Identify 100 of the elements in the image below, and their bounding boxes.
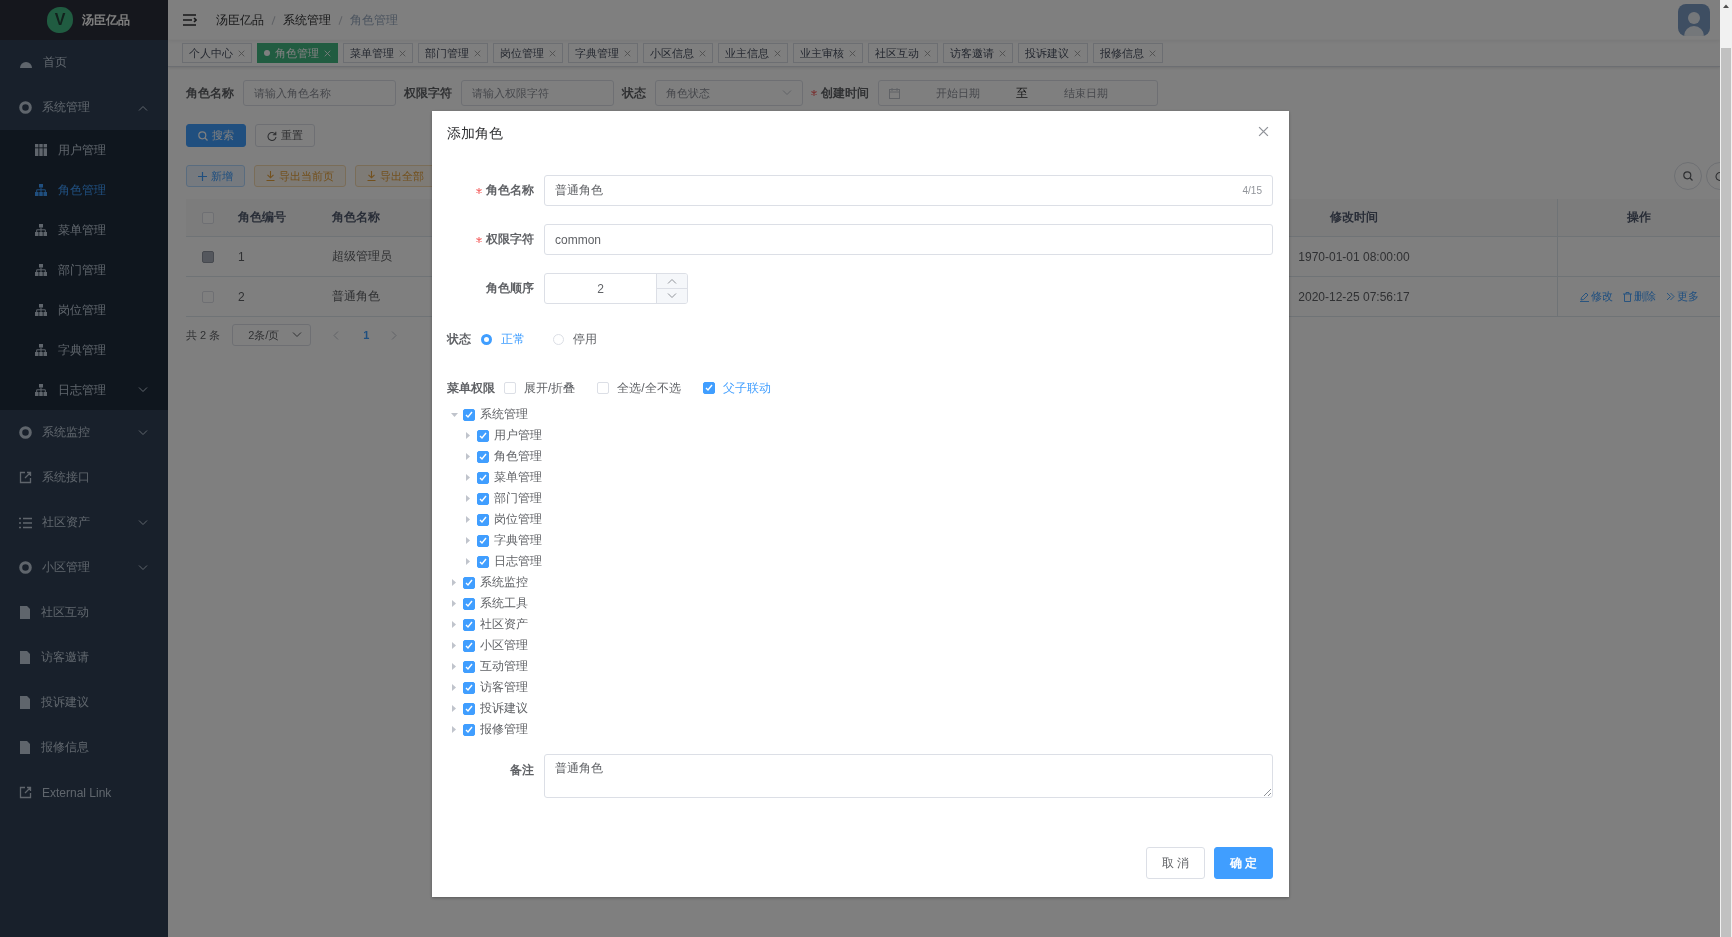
page-size-select[interactable]: 2条/页 xyxy=(232,324,312,346)
sidebar-item[interactable]: External Link xyxy=(0,770,168,815)
close-icon[interactable] xyxy=(774,49,781,57)
avatar[interactable] xyxy=(1678,4,1710,36)
sidebar-item[interactable]: 小区管理 xyxy=(0,545,168,590)
sidebar-item[interactable]: 系统接口 xyxy=(0,455,168,500)
delete-link[interactable]: 删除 xyxy=(1622,289,1656,304)
tab[interactable]: 报修信息 xyxy=(1093,43,1163,63)
search-button[interactable]: 搜索 xyxy=(186,124,246,147)
scrollbar[interactable] xyxy=(1720,0,1732,937)
edit-link[interactable]: 修改 xyxy=(1579,289,1613,304)
tab[interactable]: 部门管理 xyxy=(418,43,488,63)
checkbox[interactable] xyxy=(477,513,489,526)
search-icon xyxy=(198,130,208,141)
caret-right-icon[interactable] xyxy=(452,642,456,649)
sidebar-item[interactable]: 首页 xyxy=(0,40,168,85)
text-field[interactable]: common xyxy=(544,224,1273,255)
radio-option[interactable]: 正常 xyxy=(481,330,525,348)
menu-icon[interactable] xyxy=(183,14,197,26)
tab[interactable]: 菜单管理 xyxy=(343,43,413,63)
sidebar-item[interactable]: 报修信息 xyxy=(0,725,168,770)
breadcrumb-link[interactable]: 系统管理 xyxy=(283,11,331,29)
tab[interactable]: 岗位管理 xyxy=(493,43,563,63)
caret-right-icon[interactable] xyxy=(466,537,470,544)
checkbox[interactable] xyxy=(477,471,489,484)
sidebar-item[interactable]: 访客邀请 xyxy=(0,635,168,680)
close-icon[interactable] xyxy=(474,49,481,57)
caret-right-icon[interactable] xyxy=(452,684,456,691)
checkbox[interactable] xyxy=(702,382,715,394)
checkbox[interactable] xyxy=(477,555,489,568)
tab[interactable]: 个人中心 xyxy=(182,43,252,63)
checkbox[interactable] xyxy=(463,660,475,673)
close-icon[interactable] xyxy=(549,49,556,57)
close-icon[interactable] xyxy=(999,49,1006,57)
checkbox[interactable] xyxy=(463,408,475,421)
close-icon[interactable] xyxy=(399,49,406,57)
sidebar-item[interactable]: 字典管理 xyxy=(0,330,168,370)
close-icon[interactable] xyxy=(924,49,931,57)
checkbox[interactable] xyxy=(463,639,475,652)
cancel-button[interactable]: 取 消 xyxy=(1146,847,1205,879)
sidebar-item[interactable]: 系统监控 xyxy=(0,410,168,455)
checkbox[interactable] xyxy=(477,450,489,463)
caret-right-icon[interactable] xyxy=(466,453,470,460)
tab[interactable]: 角色管理 xyxy=(257,43,338,63)
checkbox[interactable] xyxy=(463,597,475,610)
number-field[interactable]: 2 xyxy=(544,273,688,304)
close-icon[interactable] xyxy=(624,49,631,57)
caret-down-icon[interactable] xyxy=(450,412,458,417)
close-icon[interactable] xyxy=(1258,126,1269,137)
more-link[interactable]: 更多 xyxy=(1665,289,1699,304)
caret-right-icon[interactable] xyxy=(452,663,456,670)
caret-right-icon[interactable] xyxy=(452,705,456,712)
caret-right-icon[interactable] xyxy=(466,474,470,481)
checkbox[interactable] xyxy=(463,702,475,715)
sidebar-item[interactable]: 岗位管理 xyxy=(0,290,168,330)
sidebar-item[interactable]: 用户管理 xyxy=(0,130,168,170)
tab[interactable]: 投诉建议 xyxy=(1018,43,1088,63)
sidebar-item[interactable]: 投诉建议 xyxy=(0,680,168,725)
radio-option[interactable]: 停用 xyxy=(553,330,597,348)
export-button[interactable]: 导出当前页 xyxy=(254,165,346,187)
caret-right-icon[interactable] xyxy=(452,621,456,628)
text-field[interactable]: 普通角色 4/15 xyxy=(544,175,1273,206)
tab[interactable]: 业主审核 xyxy=(793,43,863,63)
close-icon[interactable] xyxy=(1149,49,1156,57)
checkbox[interactable] xyxy=(477,492,489,505)
sidebar-item[interactable]: 社区资产 xyxy=(0,500,168,545)
caret-right-icon[interactable] xyxy=(466,432,470,439)
tab[interactable]: 小区信息 xyxy=(643,43,713,63)
caret-right-icon[interactable] xyxy=(466,495,470,502)
breadcrumb-link[interactable]: 汤臣亿品 xyxy=(216,11,264,29)
caret-right-icon[interactable] xyxy=(452,579,456,586)
confirm-button[interactable]: 确 定 xyxy=(1214,847,1273,879)
tab[interactable]: 业主信息 xyxy=(718,43,788,63)
close-icon[interactable] xyxy=(238,49,245,57)
tab[interactable]: 社区互动 xyxy=(868,43,938,63)
checkbox[interactable] xyxy=(477,429,489,442)
caret-right-icon[interactable] xyxy=(452,726,456,733)
sidebar-item[interactable]: 角色管理 xyxy=(0,170,168,210)
checkbox[interactable] xyxy=(463,681,475,694)
caret-right-icon[interactable] xyxy=(466,558,470,565)
checkbox[interactable] xyxy=(477,534,489,547)
sidebar-item[interactable]: 菜单管理 xyxy=(0,210,168,250)
checkbox[interactable] xyxy=(463,723,475,736)
sidebar-item[interactable]: 社区互动 xyxy=(0,590,168,635)
close-icon[interactable] xyxy=(699,49,706,57)
tab[interactable]: 字典管理 xyxy=(568,43,638,63)
remark-field[interactable]: 普通角色 xyxy=(544,754,1273,798)
caret-right-icon[interactable] xyxy=(452,600,456,607)
reset-button[interactable]: 重置 xyxy=(255,124,315,147)
sidebar-item[interactable]: 日志管理 xyxy=(0,370,168,410)
caret-right-icon[interactable] xyxy=(466,516,470,523)
add-button[interactable]: 新增 xyxy=(186,165,245,187)
sidebar-item[interactable]: 部门管理 xyxy=(0,250,168,290)
checkbox[interactable] xyxy=(463,618,475,631)
tab[interactable]: 访客邀请 xyxy=(943,43,1013,63)
page-number[interactable]: 1 xyxy=(363,329,370,341)
sidebar-item[interactable]: 系统管理 xyxy=(0,85,168,130)
close-icon[interactable] xyxy=(849,49,856,57)
close-icon[interactable] xyxy=(1074,49,1081,57)
checkbox[interactable] xyxy=(463,576,475,589)
